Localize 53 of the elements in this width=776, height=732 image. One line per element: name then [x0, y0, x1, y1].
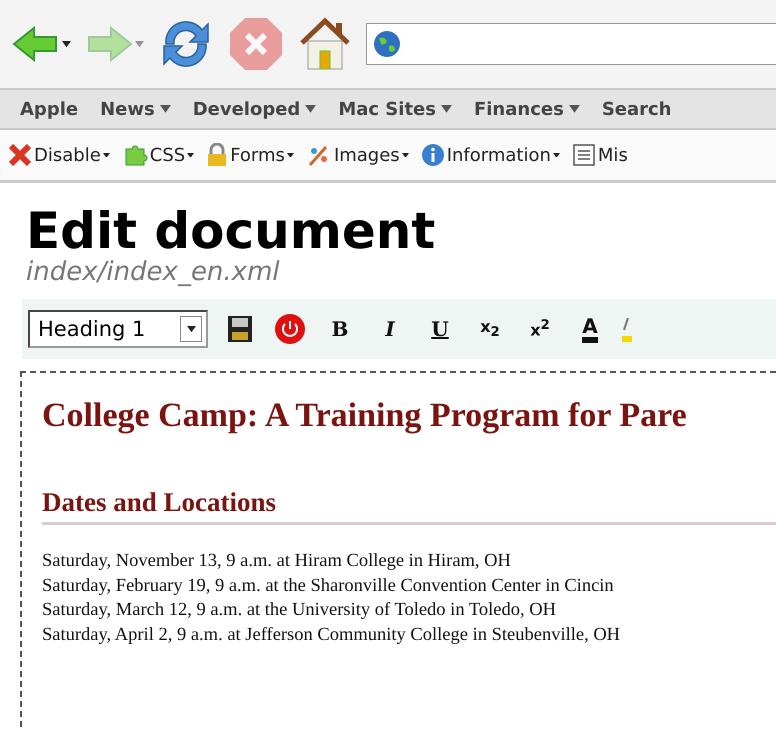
back-arrow-icon [12, 24, 60, 64]
subscript-button[interactable]: x$_{2}$ [472, 309, 508, 349]
date-line: Saturday, February 19, 9 a.m. at the Sharonville Convention Center in Cincin [42, 574, 615, 598]
caret-icon [440, 105, 452, 113]
toolbar-menu-button[interactable]: Information [420, 143, 560, 167]
bookmark-link[interactable]: Finances [474, 98, 580, 120]
bookmark-link[interactable]: Search [602, 98, 672, 120]
home-icon [298, 17, 352, 71]
caret-icon [402, 152, 409, 158]
date-line: Saturday, November 13, 9 a.m. at Hiram College in Hiram, OH [42, 550, 512, 573]
cross-icon [8, 143, 32, 167]
bookmark-link[interactable]: Mac Sites [338, 98, 452, 120]
italic-button[interactable]: I [372, 309, 408, 349]
padlock-icon [206, 143, 228, 167]
bookmark-link[interactable]: Apple [20, 98, 78, 120]
caret-icon [135, 40, 144, 48]
file-path: index/index_en.xml [26, 257, 281, 287]
address-field[interactable] [366, 23, 776, 65]
toolbar-menu-button[interactable]: Mis [572, 143, 628, 167]
date-line: Saturday, March 12, 9 a.m. at the University of Toledo in Toledo, OH [42, 599, 557, 622]
caret-icon [286, 152, 294, 158]
list-icon [572, 143, 596, 167]
toolbar-menu-button[interactable]: Images [306, 143, 409, 167]
underline-button[interactable]: U [422, 309, 458, 349]
font-color-button[interactable]: A [572, 309, 608, 349]
editor-area[interactable] [20, 371, 776, 727]
stop-icon [228, 16, 284, 72]
date-line: Saturday, April 2, 9 a.m. at Jefferson Community College in Steubenville, OH [42, 624, 622, 646]
caret-icon [160, 105, 171, 113]
caret-icon [568, 105, 580, 113]
back-button[interactable] [12, 24, 71, 64]
format-select[interactable]: Heading 1 [28, 310, 208, 348]
info-icon [420, 143, 445, 167]
caret-icon [186, 326, 196, 332]
document-heading: College Camp: A Training Program for Pare [42, 397, 688, 435]
caret-icon [552, 152, 560, 158]
globe-icon [373, 30, 401, 58]
caret-icon [305, 105, 316, 113]
bold-button[interactable]: B [322, 309, 358, 349]
bookmark-link[interactable]: Developed [192, 98, 316, 120]
section-heading: Dates and Locations [42, 487, 776, 525]
toolbar-menu-button[interactable]: Disable [8, 143, 110, 167]
caret-icon [102, 152, 110, 158]
home-button[interactable] [298, 17, 352, 71]
superscript-button[interactable]: x$^{2}$ [522, 309, 558, 349]
toolbar-menu-button[interactable]: CSS [122, 143, 194, 167]
forward-arrow-icon [85, 24, 133, 64]
power-icon [274, 313, 306, 345]
page-title: Edit document [26, 205, 436, 257]
caret-icon [62, 40, 71, 48]
toolbar-menu-button[interactable]: Forms [206, 143, 294, 167]
caret-icon [187, 152, 194, 158]
bookmark-link[interactable]: News [100, 98, 171, 120]
